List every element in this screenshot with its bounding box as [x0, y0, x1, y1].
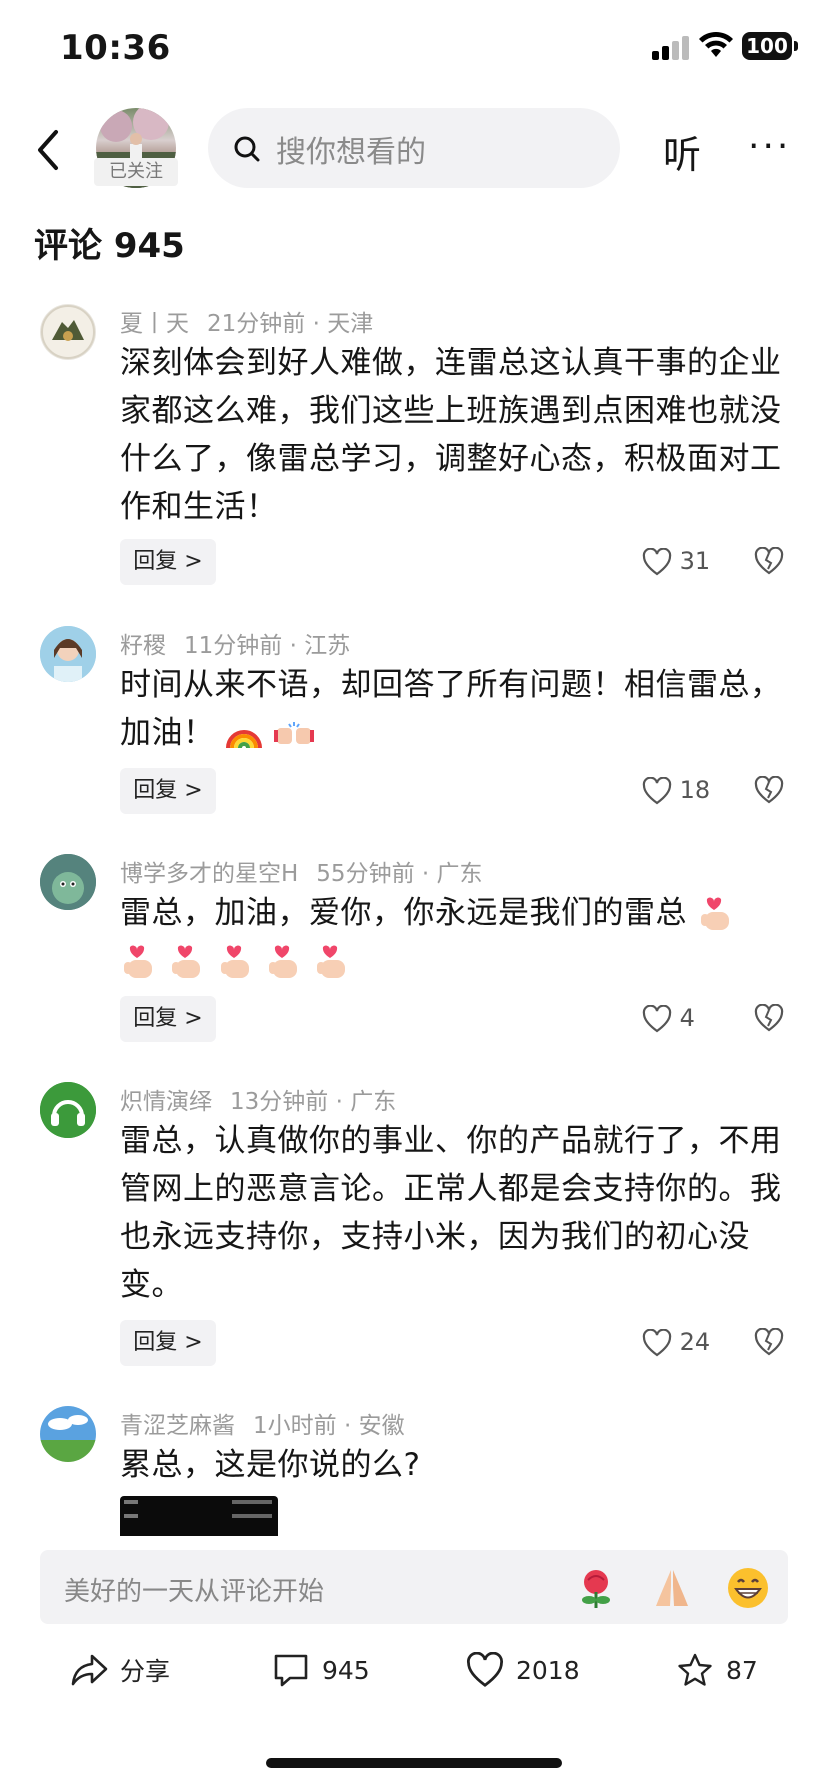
comment-text-block: 时间从来不语，却回答了所有问题！相信雷总，加油！: [120, 661, 796, 757]
comment-meta: 博学多才的星空H 55分钟前 · 广东: [120, 861, 483, 887]
comment-text: 深刻体会到好人难做，连雷总这认真干事的企业家都这么难，我们这些上班族遇到点困难也…: [120, 345, 782, 525]
battery-tip: [794, 41, 798, 51]
comment-username[interactable]: 青涩芝麻酱: [120, 1413, 235, 1439]
like-button[interactable]: 4: [642, 1004, 695, 1033]
comment-meta: 炽情演绎 13分钟前 · 广东: [120, 1089, 397, 1115]
like-total: 2018: [516, 1655, 580, 1685]
comment-location: 广东: [350, 1089, 397, 1115]
comment-text-block: 雷总，加油，爱你，你永远是我们的雷总: [120, 889, 796, 985]
share-icon: [71, 1654, 108, 1686]
listen-button[interactable]: 听: [663, 124, 701, 179]
comment-time: 13分钟前: [230, 1089, 329, 1115]
rose-emoji[interactable]: [574, 1566, 618, 1610]
share-label: 分享: [120, 1657, 171, 1686]
search-icon: [234, 136, 260, 162]
comment-button[interactable]: 945: [272, 1652, 370, 1688]
status-time: 10:36: [60, 28, 171, 68]
like-count: 24: [679, 1328, 711, 1356]
favorite-button[interactable]: 87: [676, 1652, 758, 1688]
comment-image-thumbnail[interactable]: [120, 1496, 278, 1536]
comment-meta: 青涩芝麻酱 1小时前 · 安徽: [120, 1413, 405, 1439]
reply-button[interactable]: 回复 >: [120, 768, 216, 814]
like-count: 4: [679, 1004, 695, 1032]
heart-icon: [467, 1652, 503, 1687]
star-icon: [678, 1653, 712, 1686]
heart-icon: [642, 776, 672, 805]
comment-avatar[interactable]: [40, 1082, 96, 1138]
dislike-icon[interactable]: [754, 547, 784, 575]
comment-count: 945: [322, 1655, 370, 1685]
comment-username[interactable]: 夏丨天: [120, 311, 189, 337]
finger-heart-emoji: [172, 945, 201, 978]
finger-heart-emoji: [701, 897, 730, 930]
like-button[interactable]: 24: [642, 1328, 710, 1357]
more-options-icon[interactable]: ···: [748, 126, 791, 167]
battery-indicator: 100: [742, 32, 792, 60]
like-post-button[interactable]: 2018: [466, 1652, 580, 1688]
finger-heart-emoji: [317, 945, 346, 978]
finger-heart-emoji: [220, 945, 249, 978]
heart-icon: [642, 1004, 672, 1033]
comment-avatar[interactable]: [40, 626, 96, 682]
comment-location: 安徽: [358, 1413, 405, 1439]
comment-avatar[interactable]: [40, 854, 96, 910]
wifi-icon: [699, 31, 733, 57]
comment-time: 55分钟前: [316, 861, 415, 887]
comment-meta: 夏丨天 21分钟前 · 天津: [120, 311, 374, 337]
comment-icon: [274, 1654, 308, 1687]
comment-text: 雷总，认真做你的事业、你的产品就行了，不用管网上的恶意言论。正常人都是会支持你的…: [120, 1123, 782, 1303]
reply-button[interactable]: 回复 >: [120, 539, 216, 585]
fist-bump-emoji: [274, 721, 315, 744]
dislike-icon[interactable]: [754, 1004, 784, 1032]
comment-avatar[interactable]: [40, 1406, 96, 1462]
followed-badge[interactable]: 已关注: [94, 158, 178, 186]
like-button[interactable]: 31: [642, 547, 710, 576]
comment-meta: 籽稷 11分钟前 · 江苏: [120, 633, 351, 659]
comment-time: 11分钟前: [184, 633, 283, 659]
dislike-icon[interactable]: [754, 1328, 784, 1356]
comment-text: 时间从来不语，却回答了所有问题！相信雷总，加油！: [120, 667, 782, 751]
comment-time: 1小时前: [253, 1413, 337, 1439]
like-count: 18: [679, 776, 711, 804]
home-indicator: [266, 1758, 562, 1768]
finger-heart-emoji: [124, 945, 152, 978]
reply-button[interactable]: 回复 >: [120, 996, 216, 1042]
rainbow-emoji: [225, 729, 262, 748]
comment-username[interactable]: 博学多才的星空H: [120, 861, 298, 887]
comment-time: 21分钟前: [207, 311, 306, 337]
heart-icon: [642, 1328, 672, 1357]
comment-avatar[interactable]: [40, 304, 96, 360]
reply-button[interactable]: 回复 >: [120, 1320, 216, 1366]
comment-text: 雷总，加油，爱你，你永远是我们的雷总: [120, 895, 687, 931]
back-arrow-icon[interactable]: [28, 120, 68, 180]
comment-input-placeholder[interactable]: 美好的一天从评论开始: [64, 1571, 324, 1608]
comment-username[interactable]: 炽情演绎: [120, 1089, 212, 1115]
search-placeholder[interactable]: 搜你想看的: [276, 127, 426, 171]
comment-location: 天津: [327, 311, 374, 337]
grin-emoji[interactable]: [726, 1566, 770, 1610]
favorite-count: 87: [726, 1655, 758, 1685]
comment-text: 累总，这是你说的么?: [120, 1447, 421, 1483]
heart-icon: [642, 547, 672, 576]
comment-username[interactable]: 籽稷: [120, 633, 166, 659]
pray-emoji[interactable]: [650, 1566, 694, 1610]
comment-location: 江苏: [304, 633, 351, 659]
comment-location: 广东: [436, 861, 483, 887]
like-count: 31: [679, 547, 711, 575]
dislike-icon[interactable]: [754, 776, 784, 804]
like-button[interactable]: 18: [642, 776, 710, 805]
finger-heart-emoji: [269, 945, 298, 978]
signal-icon: [652, 34, 690, 60]
share-button[interactable]: 分享: [70, 1652, 170, 1688]
comments-title: 评论 945: [34, 226, 185, 266]
